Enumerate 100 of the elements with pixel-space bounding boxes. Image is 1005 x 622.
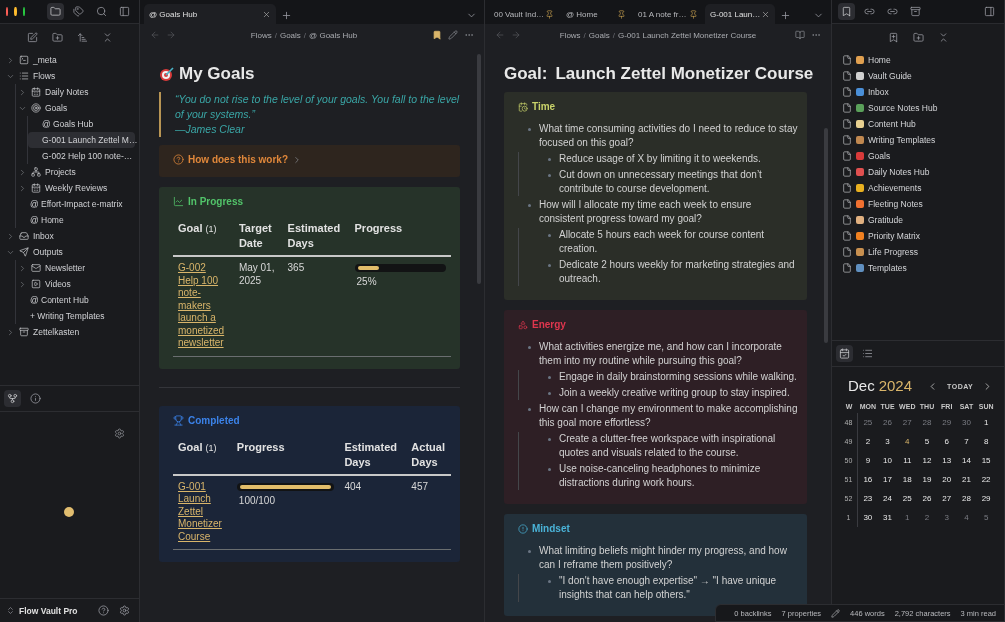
calendar-day[interactable]: 5 bbox=[917, 432, 937, 451]
tab[interactable]: G-001 Laun… bbox=[705, 4, 775, 24]
bookmark-item[interactable]: Life Progress bbox=[842, 244, 994, 260]
goal-link[interactable]: G-002 Help 100 note-makers launch a monetized newsletter bbox=[178, 262, 229, 350]
calendar-day[interactable]: 19 bbox=[917, 470, 937, 489]
graph-tab[interactable] bbox=[4, 390, 21, 407]
calendar-day[interactable]: 15 bbox=[976, 451, 996, 470]
tab[interactable]: @ Home bbox=[561, 4, 631, 24]
calendar-day[interactable]: 18 bbox=[897, 470, 918, 489]
calendar-day[interactable]: 1 bbox=[897, 508, 918, 527]
close-icon[interactable] bbox=[761, 9, 770, 19]
calendar-day[interactable]: 3 bbox=[877, 432, 898, 451]
calendar-day[interactable]: 4 bbox=[956, 508, 977, 527]
breadcrumb-item[interactable]: @ Goals Hub bbox=[309, 30, 358, 40]
tree-item[interactable]: @ Goals Hub bbox=[28, 116, 135, 132]
calendar-day[interactable]: 1 bbox=[976, 413, 996, 432]
calendar-day[interactable]: 27 bbox=[936, 489, 957, 508]
calendar-day[interactable]: 30 bbox=[858, 508, 878, 527]
tree-item[interactable]: G-002 Help 100 note-… bbox=[28, 148, 135, 164]
bookmark-item[interactable]: Content Hub bbox=[842, 116, 994, 132]
bookmark-item[interactable]: Goals bbox=[842, 148, 994, 164]
calendar-day[interactable]: 7 bbox=[956, 432, 977, 451]
calendar-day[interactable]: 28 bbox=[956, 489, 977, 508]
calendar-tab[interactable] bbox=[836, 345, 853, 362]
bookmark-item[interactable]: Daily Notes Hub bbox=[842, 164, 994, 180]
tree-item[interactable]: Goals bbox=[16, 100, 135, 116]
calendar-day[interactable]: 4 bbox=[897, 432, 918, 451]
tree-item[interactable]: Daily Notes bbox=[16, 84, 135, 100]
bookmark-icon[interactable] bbox=[432, 30, 442, 40]
tree-item[interactable]: Projects bbox=[16, 164, 135, 180]
calendar-day[interactable]: 25 bbox=[858, 413, 878, 432]
calendar-day[interactable]: 9 bbox=[858, 451, 878, 470]
calendar-day[interactable]: 20 bbox=[936, 470, 957, 489]
calendar-day[interactable]: 28 bbox=[917, 413, 937, 432]
calendar-day[interactable]: 11 bbox=[897, 451, 918, 470]
calendar-day[interactable]: 16 bbox=[858, 470, 878, 489]
bookmark-item[interactable]: Fleeting Notes bbox=[842, 196, 994, 212]
tree-item[interactable]: Newsletter bbox=[16, 260, 135, 276]
calendar-day[interactable]: 2 bbox=[858, 432, 878, 451]
tree-item[interactable]: @ Home bbox=[16, 212, 135, 228]
vault-name[interactable]: Flow Vault Pro bbox=[19, 605, 91, 616]
tree-item[interactable]: Inbox bbox=[4, 228, 135, 244]
calendar-day[interactable]: 2 bbox=[917, 508, 937, 527]
tree-item[interactable]: Weekly Reviews bbox=[16, 180, 135, 196]
tab[interactable]: 01 A note fr… bbox=[633, 4, 703, 24]
calendar-day[interactable]: 5 bbox=[976, 508, 996, 527]
calendar-day[interactable]: 17 bbox=[877, 470, 898, 489]
breadcrumb-item[interactable]: Flows bbox=[250, 30, 272, 40]
calendar-day[interactable]: 24 bbox=[877, 489, 898, 508]
calendar-day[interactable]: 21 bbox=[956, 470, 977, 489]
help-button[interactable] bbox=[95, 602, 112, 619]
close-window-button[interactable] bbox=[6, 7, 9, 16]
bookmark-item[interactable]: Achievements bbox=[842, 180, 994, 196]
bookmark-item[interactable]: Inbox bbox=[842, 84, 994, 100]
files-tab[interactable] bbox=[47, 3, 64, 20]
zoom-window-button[interactable] bbox=[22, 7, 25, 16]
tab[interactable]: @ Goals Hub bbox=[144, 4, 276, 24]
settings-icon[interactable] bbox=[114, 428, 125, 439]
bookmark-item[interactable]: Vault Guide bbox=[842, 68, 994, 84]
tree-item[interactable]: _meta bbox=[4, 52, 135, 68]
tree-item[interactable]: Flows bbox=[4, 68, 135, 84]
tags-tab[interactable] bbox=[70, 3, 87, 20]
bookmark-item[interactable]: Home bbox=[842, 52, 994, 68]
bookmark-item[interactable]: Templates bbox=[842, 260, 994, 276]
bookmark-item[interactable]: Priority Matrix bbox=[842, 228, 994, 244]
calendar-day[interactable]: 27 bbox=[897, 413, 918, 432]
calendar-day[interactable]: 23 bbox=[858, 489, 878, 508]
tree-item[interactable]: G-001 Launch Zettel M… bbox=[28, 132, 135, 148]
tree-item[interactable]: Videos bbox=[16, 276, 135, 292]
calendar-day[interactable]: 30 bbox=[956, 413, 977, 432]
minimize-window-button[interactable] bbox=[14, 7, 17, 16]
tree-item[interactable]: Zettelkasten bbox=[4, 324, 135, 340]
calendar-day[interactable]: 12 bbox=[917, 451, 937, 470]
calendar-day[interactable]: 22 bbox=[976, 470, 996, 489]
calendar-day[interactable]: 10 bbox=[877, 451, 898, 470]
calendar-day[interactable]: 29 bbox=[976, 489, 996, 508]
calendar-day[interactable]: 8 bbox=[976, 432, 996, 451]
calendar-day[interactable]: 31 bbox=[877, 508, 898, 527]
pencil-icon[interactable] bbox=[448, 30, 458, 40]
calendar-day[interactable]: 29 bbox=[936, 413, 957, 432]
calendar-day[interactable]: 6 bbox=[936, 432, 957, 451]
pencil-icon[interactable] bbox=[831, 608, 841, 618]
calendar-day[interactable]: 3 bbox=[936, 508, 957, 527]
tree-item[interactable]: @ Effort-Impact e-matrix bbox=[16, 196, 135, 212]
book-icon[interactable] bbox=[795, 30, 805, 40]
tree-item[interactable]: + Writing Templates bbox=[16, 308, 135, 324]
bookmark-item[interactable]: Gratitude bbox=[842, 212, 994, 228]
tree-item[interactable]: @ Content Hub bbox=[16, 292, 135, 308]
calendar-day[interactable]: 14 bbox=[956, 451, 977, 470]
breadcrumb-item[interactable]: G-001 Launch Zettel Monetizer Course bbox=[618, 30, 757, 40]
tab[interactable]: 00 Vault Ind… bbox=[489, 4, 559, 24]
breadcrumb-item[interactable]: Goals bbox=[279, 30, 301, 40]
breadcrumb-item[interactable]: Goals bbox=[588, 30, 610, 40]
calendar-day[interactable]: 26 bbox=[877, 413, 898, 432]
calendar-day[interactable]: 25 bbox=[897, 489, 918, 508]
tree-item[interactable]: Outputs bbox=[4, 244, 135, 260]
graph-node[interactable] bbox=[64, 507, 74, 517]
bookmarks-tab[interactable] bbox=[838, 3, 855, 20]
close-icon[interactable] bbox=[262, 9, 271, 19]
calendar-day[interactable]: 13 bbox=[936, 451, 957, 470]
